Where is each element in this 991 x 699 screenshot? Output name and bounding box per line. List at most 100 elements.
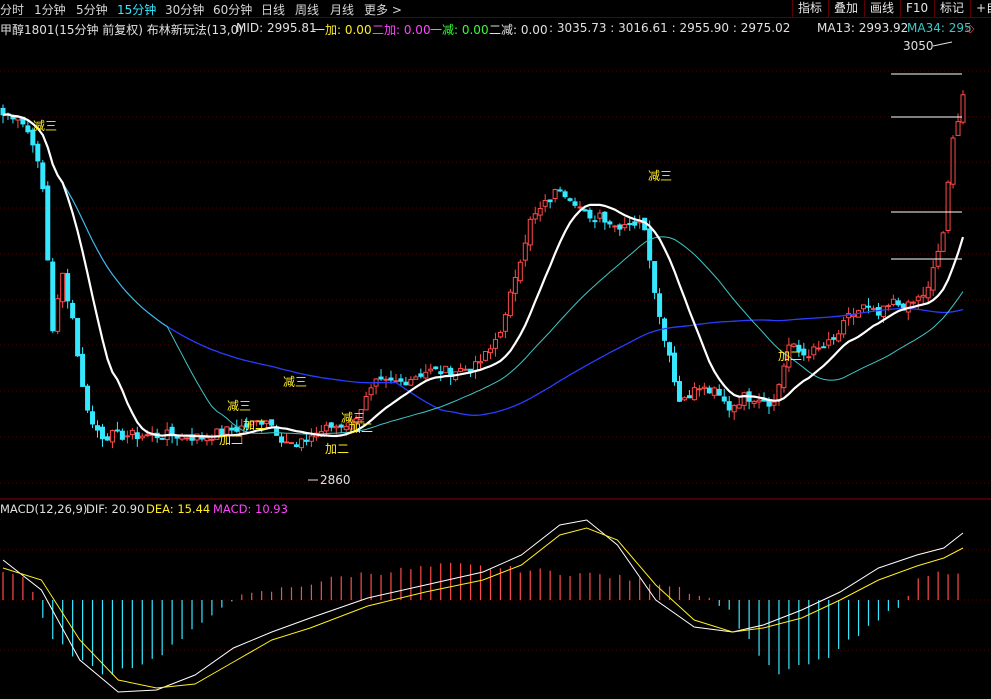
candle-body — [552, 189, 558, 200]
dea-value: DEA: 15.44 — [146, 502, 211, 516]
candle-body — [607, 221, 613, 225]
tab-timeframe-9[interactable]: 更多 > — [364, 1, 402, 18]
candle-body — [945, 181, 951, 231]
candle-body — [114, 429, 120, 432]
candle-body — [686, 395, 692, 399]
candle-body — [920, 294, 926, 298]
candle-body — [696, 388, 702, 391]
candle-body — [184, 437, 190, 440]
candle-body — [716, 388, 722, 396]
tab-timeframe-3[interactable]: 15分钟 — [117, 1, 156, 18]
candle-body — [557, 189, 563, 192]
candle-body — [617, 224, 623, 230]
tab-timeframe-4[interactable]: 30分钟 — [165, 1, 204, 18]
toolbar-button-3[interactable]: F10 — [900, 0, 933, 17]
candle-body — [99, 426, 105, 440]
jia2-value: 二加: 0.00 — [372, 23, 431, 37]
candle-body — [492, 338, 498, 349]
candle-body — [522, 242, 528, 261]
indicator-title: 甲醇1801(15分钟 前复权) 布林新玩法(13,0) — [0, 23, 243, 37]
diamond-icon[interactable]: ◇ — [966, 22, 974, 35]
candle-body — [25, 125, 31, 133]
high-price-label: 3050 — [903, 39, 934, 53]
candle-body — [582, 209, 588, 212]
candle-body — [458, 368, 464, 372]
candle-body — [144, 434, 150, 437]
candle-body — [303, 439, 309, 442]
candle-body — [910, 301, 916, 304]
toolbar-button-5[interactable]: +自 — [970, 0, 991, 17]
candle-body — [408, 378, 414, 386]
candle-body — [55, 298, 61, 332]
candle-body — [269, 419, 275, 426]
candle-body — [771, 401, 777, 406]
candle-body — [90, 411, 96, 425]
candle-body — [915, 296, 921, 302]
candle-body — [532, 213, 538, 220]
candle-body — [826, 339, 832, 346]
candle-body — [383, 378, 389, 381]
candle-body — [851, 314, 857, 318]
candle-body — [781, 365, 787, 389]
candle-body — [279, 436, 285, 443]
candle-body — [632, 221, 638, 226]
candle-body — [865, 305, 871, 308]
candle-body — [433, 366, 439, 370]
tab-timeframe-1[interactable]: 1分钟 — [34, 1, 66, 18]
toolbar-button-2[interactable]: 画线 — [864, 0, 899, 17]
timeframe-bar: 分时 1分钟 5分钟 15分钟 30分钟 60分钟 日线 周线 月线 更多 > 指标 叠加 画线 F10 标… — [0, 0, 991, 18]
candle-body — [363, 396, 369, 411]
candle-body — [806, 356, 812, 359]
jian2-value: 二减: 0.00 — [489, 23, 548, 37]
low-price-label: 2860 — [320, 473, 351, 487]
candle-body — [119, 430, 125, 440]
candle-body — [229, 427, 235, 431]
candle-body — [512, 277, 518, 294]
candle-body — [95, 425, 101, 431]
band-values: : 3035.73 : 3016.61 : 2955.90 : 2975.02 — [549, 21, 791, 35]
ma34-value: MA34: 295 — [907, 21, 972, 35]
candle-body — [711, 387, 717, 396]
toolbar-button-4[interactable]: 标记 — [934, 0, 969, 17]
candle-body — [284, 441, 290, 444]
candle-body — [343, 425, 349, 431]
toolbar-button-0[interactable]: 指标 — [792, 0, 827, 17]
candle-body — [676, 381, 682, 402]
candle-body — [895, 300, 901, 306]
candle-body — [831, 337, 837, 340]
jia2-mark: 加二 — [243, 418, 267, 432]
candle-body — [338, 424, 344, 428]
tab-timeframe-2[interactable]: 5分钟 — [76, 1, 108, 18]
macd-value: MACD: 10.93 — [213, 502, 288, 516]
candle-body — [547, 199, 553, 203]
candle-body — [681, 397, 687, 401]
chart-canvas[interactable]: 减三减三减三减三减三加二加二加二加二加二28603050 — [0, 0, 991, 699]
candle-body — [70, 302, 76, 319]
candle-body — [940, 232, 946, 252]
candle-body — [647, 228, 653, 261]
tab-timeframe-7[interactable]: 周线 — [295, 1, 319, 18]
tab-timeframe-8[interactable]: 月线 — [330, 1, 354, 18]
candle-body — [507, 291, 513, 317]
tab-timeframe-5[interactable]: 60分钟 — [213, 1, 252, 18]
toolbar-button-1[interactable]: 叠加 — [828, 0, 863, 17]
candle-body — [443, 365, 449, 374]
candle-body — [706, 387, 712, 394]
candle-body — [527, 218, 533, 246]
tab-timeframe-6[interactable]: 日线 — [261, 1, 285, 18]
candle-body — [960, 94, 966, 123]
candle-body — [35, 143, 41, 162]
candle-body — [950, 137, 956, 185]
candle-body — [403, 381, 409, 386]
candle-body — [721, 396, 727, 402]
candle-body — [473, 361, 479, 372]
candle-body — [672, 352, 678, 383]
candle-body — [836, 333, 842, 342]
indicator-info-bar: 甲醇1801(15分钟 前复权) 布林新玩法(13,0) MID: 2995.8… — [0, 19, 991, 37]
candle-body — [657, 293, 663, 317]
tab-timeframe-0[interactable]: 分时 — [0, 1, 24, 18]
candle-body — [139, 435, 145, 439]
candle-body — [134, 432, 140, 440]
macd-title: MACD(12,26,9) — [0, 502, 88, 516]
candle-body — [293, 444, 299, 448]
